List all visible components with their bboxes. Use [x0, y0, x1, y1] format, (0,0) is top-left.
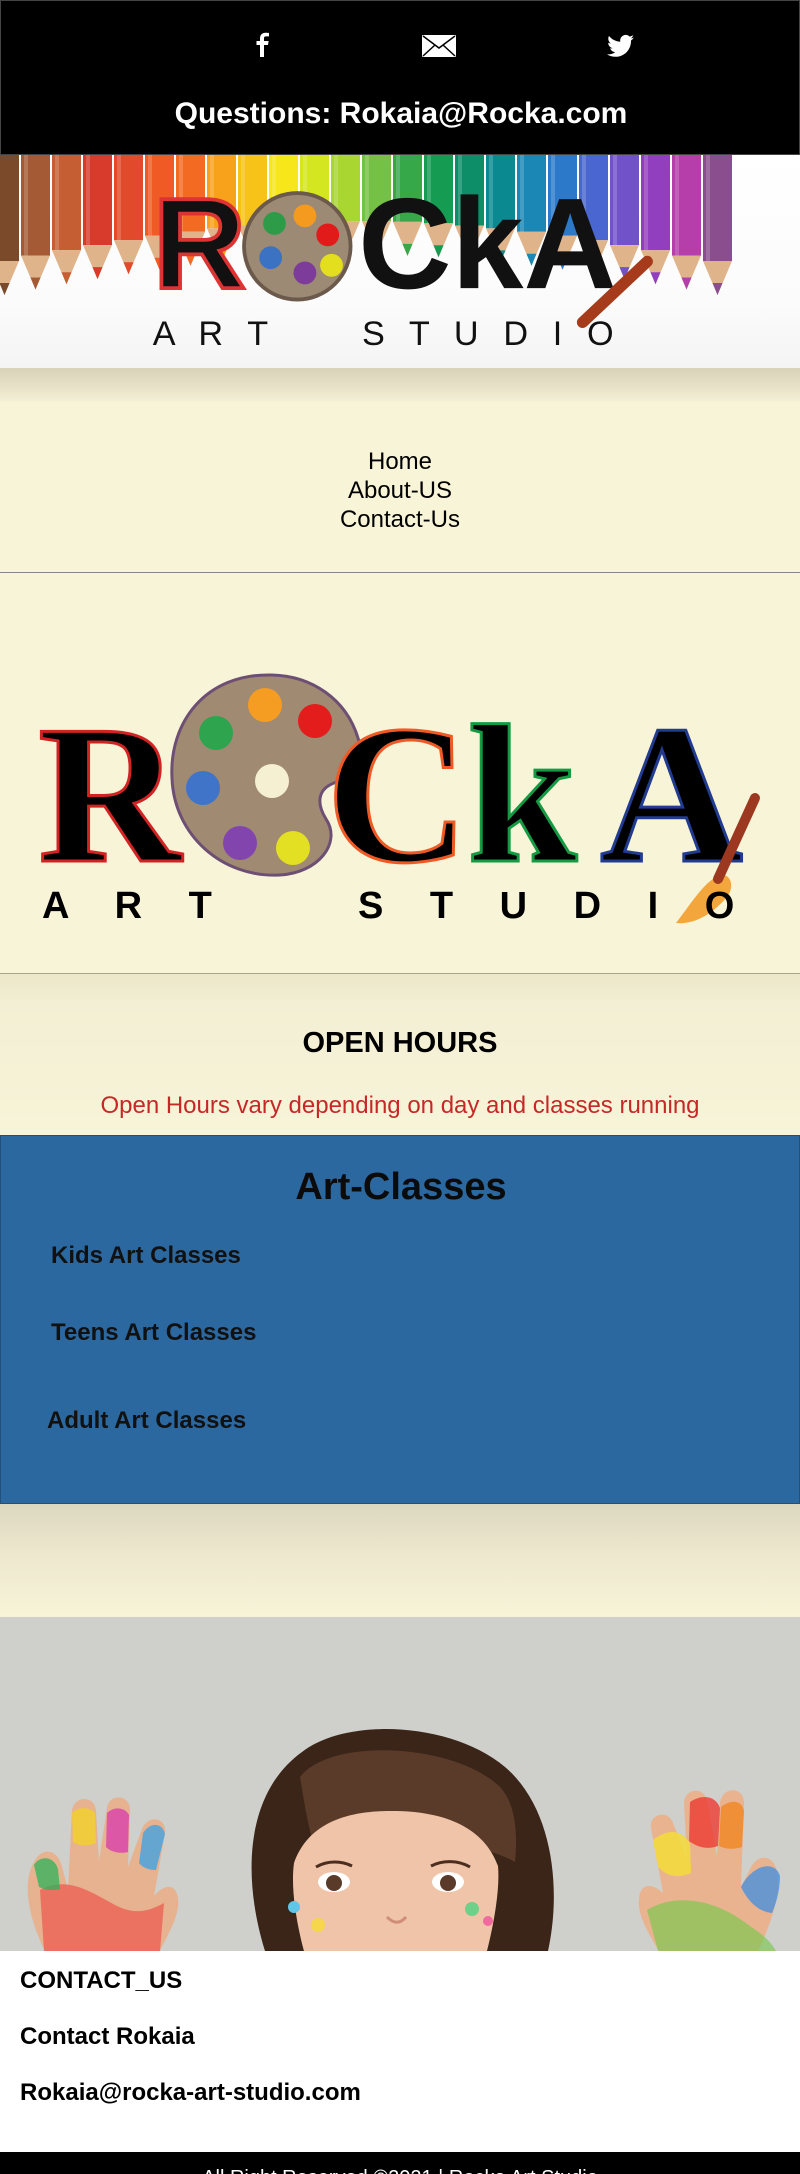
svg-text:A R T: A R T: [153, 315, 276, 353]
rocka-small-logo: R CkA A R T S T U D I O: [151, 170, 653, 353]
logo-letter-r: R: [38, 685, 183, 904]
logo-letter-c: C: [326, 685, 469, 904]
facebook-link[interactable]: [240, 23, 284, 67]
contact-section: CONTACT_US Contact Rokaia Rokaia@rocka-a…: [0, 1951, 800, 2152]
questions-email: Questions: Rokaia@Rocka.com: [174, 97, 628, 130]
svg-text:R: R: [153, 172, 246, 316]
art-classes-title: Art-Classes: [295, 1166, 507, 1208]
adult-art-classes-link[interactable]: Adult Art Classes: [47, 1407, 246, 1435]
teens-art-classes-link[interactable]: Teens Art Classes: [51, 1319, 256, 1347]
nav-about-us[interactable]: About-US: [0, 476, 800, 505]
rocka-logo: R C k A A R T S T U D I O: [37, 673, 760, 927]
child-painted-hands-image: [0, 1617, 800, 1951]
facebook-icon: [256, 32, 269, 57]
email-link[interactable]: [417, 23, 461, 67]
twitter-icon: [607, 34, 634, 57]
open-hours-text: Open Hours vary depending on day and cla…: [100, 1092, 700, 1119]
section-gap: [0, 1504, 800, 1617]
open-hours-title: OPEN HOURS: [302, 1027, 498, 1059]
art-classes-section: Art-Classes Kids Art Classes Teens Art C…: [0, 1135, 800, 1504]
main-navigation: Home About-US Contact-Us: [0, 401, 800, 573]
rocka-art-studio-logo: R C k A A R T S T U D I O: [0, 573, 800, 973]
logo-subtitle-studio: S T U D I O: [358, 885, 752, 927]
open-hours-section: OPEN HOURS Open Hours vary depending on …: [0, 973, 800, 1135]
nav-spacer: [0, 368, 800, 401]
twitter-link[interactable]: [598, 23, 642, 67]
nav-contact-us[interactable]: Contact-Us: [0, 505, 800, 534]
top-bar: Questions: Rokaia@Rocka.com: [0, 0, 800, 155]
logo-subtitle-art: A R T: [42, 885, 230, 927]
contact-email[interactable]: Rokaia@rocka-art-studio.com: [20, 2051, 800, 2107]
footer: All Right Reserved ©2021 | Rocka Art Stu…: [0, 2152, 800, 2174]
social-links: [1, 23, 800, 71]
contact-title: CONTACT_US: [20, 1967, 183, 1994]
contact-name: Contact Rokaia: [20, 2023, 195, 2050]
hero-banner: R CkA A R T S T U D I O: [0, 155, 800, 368]
nav-home[interactable]: Home: [0, 447, 800, 476]
mail-icon: [422, 35, 456, 57]
kids-art-classes-link[interactable]: Kids Art Classes: [51, 1242, 241, 1270]
svg-text:CkA: CkA: [358, 172, 617, 316]
child-painted-hands-illustration: [0, 1617, 800, 1951]
logo-letter-k: k: [467, 685, 577, 904]
